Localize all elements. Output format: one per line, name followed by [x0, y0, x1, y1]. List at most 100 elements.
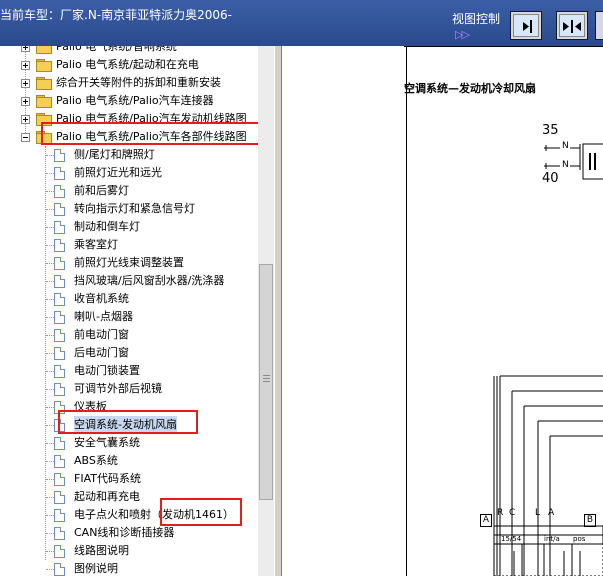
document-icon: [54, 149, 65, 162]
tree-item-label: 前照灯光线束调整装置: [74, 256, 184, 269]
tree-document-item[interactable]: FIAT代码系统: [0, 470, 258, 488]
tree-item-label: 电动门锁装置: [74, 364, 140, 377]
highlight-box-folder: [41, 122, 258, 145]
document-icon: [54, 329, 65, 342]
highlight-box-ac-item: [58, 410, 198, 434]
split-view-button[interactable]: [556, 11, 588, 40]
document-icon: [54, 563, 65, 576]
tree-item-label: 挡风玻璃/后风窗刮水器/洗涤器: [74, 274, 225, 287]
document-icon: [54, 293, 65, 306]
tree-document-item[interactable]: 可调节外部后视镜: [0, 380, 258, 398]
document-icon: [54, 275, 65, 288]
document-icon: [54, 185, 65, 198]
tree-document-item[interactable]: CAN线和诊断插接器: [0, 524, 258, 542]
tree-item-label: FIAT代码系统: [74, 472, 141, 485]
document-icon: [54, 203, 65, 216]
expand-plus-icon[interactable]: [21, 97, 30, 106]
document-icon: [54, 167, 65, 180]
collapse-left-pane-icon: [523, 20, 532, 33]
expand-plus-icon[interactable]: [21, 61, 30, 70]
tree-item-label: 后电动门窗: [74, 346, 129, 359]
tree-scrollbar-thumb[interactable]: [259, 264, 273, 500]
connector-box-b: B: [584, 514, 596, 527]
folder-icon: [36, 59, 52, 72]
document-icon: [54, 455, 65, 468]
expand-right-pane-button[interactable]: [595, 11, 603, 40]
tree-item-label: 收音机系统: [74, 292, 129, 305]
tree-item-label: 前电动门窗: [74, 328, 129, 341]
tree-item-label: 综合开关等附件的拆卸和重新安装: [56, 76, 221, 89]
tree-item-label: 转向指示灯和紧急信号灯: [74, 202, 195, 215]
tree-document-item[interactable]: 前和后雾灯: [0, 182, 258, 200]
tree-folder-item[interactable]: Palio 电气系统/起动和在充电: [0, 56, 258, 74]
tree-document-item[interactable]: 乘客室灯: [0, 236, 258, 254]
window-title: 当前车型：厂家.N-南京菲亚特派力奥2006-: [0, 8, 232, 22]
folder-icon: [36, 95, 52, 108]
tree-document-item[interactable]: 转向指示灯和紧急信号灯: [0, 200, 258, 218]
tree-document-item[interactable]: 后电动门窗: [0, 344, 258, 362]
collapse-left-pane-button[interactable]: [510, 11, 542, 40]
tree-document-item[interactable]: 制动和倒车灯: [0, 218, 258, 236]
document-icon: [54, 527, 65, 540]
wiring-diagram: [493, 143, 603, 576]
document-icon: [54, 509, 65, 522]
pin-label-c: C: [509, 508, 516, 518]
tree-item-label: 可调节外部后视镜: [74, 382, 162, 395]
tree-document-item[interactable]: 图例说明: [0, 560, 258, 576]
tree-folder-item[interactable]: 综合开关等附件的拆卸和重新安装: [0, 74, 258, 92]
tree-document-item[interactable]: 前电动门窗: [0, 326, 258, 344]
tree-document-item[interactable]: 前照灯光线束调整装置: [0, 254, 258, 272]
document-icon: [54, 545, 65, 558]
tree-item-label: 前照灯近光和远光: [74, 166, 162, 179]
tree-document-item[interactable]: 电动门锁装置: [0, 362, 258, 380]
tree-item-label: Palio 电气系统/起动和在充电: [56, 58, 199, 71]
tree-document-item[interactable]: 前照灯近光和远光: [0, 164, 258, 182]
document-icon: [54, 257, 65, 270]
tree-item-label: ABS系统: [74, 454, 118, 467]
tree-item-label: 制动和倒车灯: [74, 220, 140, 233]
split-view-icon: [563, 20, 581, 33]
pin-label-l: L: [535, 508, 541, 518]
tree-document-item[interactable]: ABS系统: [0, 452, 258, 470]
tree-document-item[interactable]: 安全气囊系统: [0, 434, 258, 452]
document-icon: [54, 311, 65, 324]
expand-plus-icon[interactable]: [21, 115, 30, 124]
document-icon: [54, 383, 65, 396]
expand-plus-icon[interactable]: [21, 79, 30, 88]
folder-icon: [36, 77, 52, 90]
pane-splitter[interactable]: [274, 46, 282, 576]
small-label-1: 15/54: [501, 535, 522, 543]
document-icon: [54, 221, 65, 234]
collapse-minus-icon[interactable]: [21, 133, 30, 142]
document-icon: [54, 347, 65, 360]
document-icon: [54, 437, 65, 450]
tree-item-label: Palio 电气系统/Palio汽车连接器: [56, 94, 214, 107]
title-bar: 当前车型：厂家.N-南京菲亚特派力奥2006- 视图控制 ▷▷: [0, 0, 603, 46]
view-control-arrow-icon: ▷▷: [455, 28, 470, 41]
tree-document-item[interactable]: 喇叭-点烟器: [0, 308, 258, 326]
document-icon: [54, 473, 65, 486]
pin-label-r: R: [497, 508, 504, 518]
expand-plus-icon[interactable]: [21, 46, 30, 52]
tree-document-item[interactable]: 侧/尾灯和牌照灯: [0, 146, 258, 164]
tree-item-label: 喇叭-点烟器: [74, 310, 133, 323]
tree-document-item[interactable]: 线路图说明: [0, 542, 258, 560]
diagram-pane: 空调系统—发动机冷却风扇 35 40 N N R C L A A B 15/54…: [282, 46, 603, 576]
catalog-tree: Palio 电气系统/音响系统 Palio 电气系统/起动和在充电综合开关等附件的…: [0, 46, 258, 576]
document-icon: [54, 365, 65, 378]
tree-scrollbar[interactable]: [258, 46, 274, 576]
document-icon: [54, 491, 65, 504]
folder-icon: [36, 46, 52, 54]
tree-item-label: 前和后雾灯: [74, 184, 129, 197]
tree-document-item[interactable]: 挡风玻璃/后风窗刮水器/洗涤器: [0, 272, 258, 290]
tree-item-label: 乘客室灯: [74, 238, 118, 251]
tree-item-label: 图例说明: [74, 562, 118, 575]
tree-document-item[interactable]: 收音机系统: [0, 290, 258, 308]
document-icon: [54, 239, 65, 252]
tree-item-label: 线路图说明: [74, 544, 129, 557]
tree-item-label: Palio 电气系统/音响系统: [56, 46, 177, 53]
highlight-box-engine: [160, 498, 242, 526]
tree-item-label: 起动和再充电: [74, 490, 140, 503]
tree-folder-item[interactable]: Palio 电气系统/音响系统: [0, 46, 258, 56]
tree-folder-item[interactable]: Palio 电气系统/Palio汽车连接器: [0, 92, 258, 110]
